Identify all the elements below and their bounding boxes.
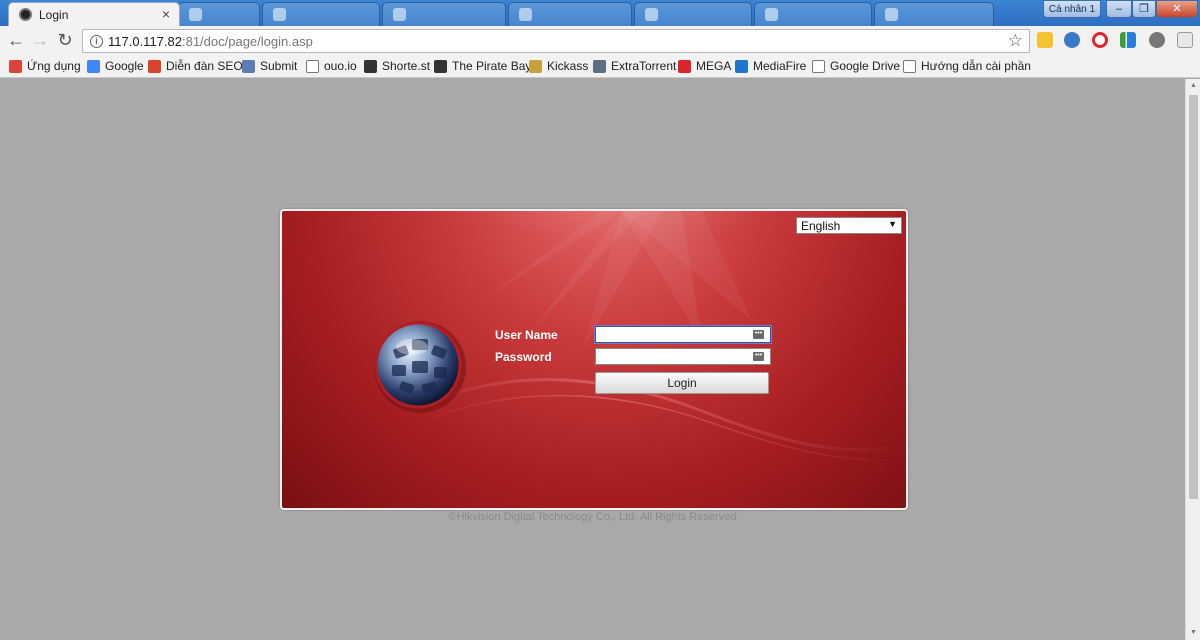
submit-icon xyxy=(242,60,255,73)
scroll-down-icon[interactable]: ▼ xyxy=(1186,626,1200,640)
bookmark-label: Kickass xyxy=(547,59,589,73)
bookmark-item[interactable]: Diễn đàn SEO xyxy=(148,59,243,75)
bookmark-label: ouo.io xyxy=(324,59,357,73)
scroll-thumb[interactable] xyxy=(1189,95,1198,499)
bookmark-item[interactable]: MEGA xyxy=(678,59,731,75)
shortest-icon xyxy=(364,60,377,73)
tab-favicon-icon xyxy=(885,8,898,21)
apps-grid-icon xyxy=(9,60,22,73)
browser-tab[interactable] xyxy=(262,2,380,26)
bookmark-label: Shorte.st xyxy=(382,59,431,73)
page-icon xyxy=(903,60,916,73)
bookmark-star-icon[interactable]: ☆ xyxy=(1008,31,1023,51)
bookmark-label: MEGA xyxy=(696,59,732,73)
tab-favicon-icon xyxy=(273,8,286,21)
login-panel: English ▼ User Name Password ••• ••• Log… xyxy=(280,209,908,510)
bookmark-item[interactable]: The Pirate Bay xyxy=(434,59,531,75)
google-icon xyxy=(87,60,100,73)
bookmark-label: Google xyxy=(105,59,144,73)
minimize-button[interactable]: – xyxy=(1106,0,1132,18)
kickass-icon xyxy=(529,60,542,73)
profile-button[interactable]: Cá nhân 1 xyxy=(1043,0,1101,18)
extension-gear-icon[interactable] xyxy=(1149,32,1165,48)
browser-tab[interactable] xyxy=(382,2,506,26)
browser-tab[interactable] xyxy=(508,2,632,26)
username-label: User Name xyxy=(495,328,558,342)
tab-favicon-icon xyxy=(189,8,202,21)
close-window-button[interactable]: ✕ xyxy=(1156,0,1198,18)
scroll-up-icon[interactable]: ▲ xyxy=(1186,79,1200,93)
idvs-icon xyxy=(148,60,161,73)
extension-blue-icon[interactable] xyxy=(1064,32,1080,48)
extension-chart-icon[interactable] xyxy=(1120,32,1136,48)
bookmark-item[interactable]: ExtraTorrent xyxy=(593,59,676,75)
tab-favicon-icon xyxy=(519,8,532,21)
bookmark-item[interactable]: MediaFire xyxy=(735,59,806,75)
tab-close-icon[interactable]: × xyxy=(162,6,170,22)
keyboard-icon[interactable]: ••• xyxy=(753,330,764,339)
mega-icon xyxy=(678,60,691,73)
url-text: 117.0.117.82:81/doc/page/login.asp xyxy=(108,34,313,49)
scrollbar[interactable]: ▲ ▼ xyxy=(1185,79,1200,640)
password-label: Password xyxy=(495,350,552,364)
bookmark-item[interactable]: ouo.io xyxy=(306,59,357,75)
password-input[interactable]: ••• xyxy=(595,348,771,365)
tab-favicon-icon xyxy=(765,8,778,21)
bookmark-item[interactable]: Google xyxy=(87,59,144,75)
bookmark-label: Submit xyxy=(260,59,298,73)
extension-yellow-icon[interactable] xyxy=(1037,32,1053,48)
restore-button[interactable]: ❐ xyxy=(1132,0,1156,18)
browser-tab[interactable] xyxy=(754,2,872,26)
bookmark-item[interactable]: Submit xyxy=(242,59,297,75)
page-icon xyxy=(812,60,825,73)
bookmark-label: Google Drive xyxy=(830,59,901,73)
copyright-text: ©Hikvision Digital Technology Co., Ltd. … xyxy=(448,511,740,523)
opera-icon[interactable] xyxy=(1092,32,1108,48)
back-icon[interactable]: ← xyxy=(5,30,27,52)
hikvision-globe-logo xyxy=(374,321,466,413)
bookmark-item[interactable]: Shorte.st xyxy=(364,59,430,75)
forward-icon[interactable]: → xyxy=(29,30,51,52)
username-input[interactable]: ••• xyxy=(594,325,772,344)
extension-puzzle-icon[interactable] xyxy=(1177,32,1193,48)
pirate-ship-icon xyxy=(434,60,447,73)
bookmark-label: MediaFire xyxy=(753,59,807,73)
bookmark-item[interactable]: Hướng dẫn cài phần xyxy=(903,59,1031,75)
extratorrent-icon xyxy=(593,60,606,73)
tab-favicon-icon xyxy=(19,8,32,21)
bookmark-label: Ứng dụng xyxy=(27,59,81,73)
browser-tab-active[interactable]: Login × xyxy=(8,2,180,26)
browser-tab[interactable] xyxy=(874,2,994,26)
bookmark-item[interactable]: Ứng dụng xyxy=(9,59,81,75)
tab-favicon-icon xyxy=(393,8,406,21)
dropdown-arrow-icon: ▼ xyxy=(888,219,897,229)
bookmark-label: Diễn đàn SEO xyxy=(166,59,243,73)
bookmark-item[interactable]: Google Drive xyxy=(812,59,900,75)
login-button[interactable]: Login xyxy=(595,372,769,394)
page-icon xyxy=(306,60,319,73)
keyboard-icon[interactable]: ••• xyxy=(753,352,764,361)
browser-tab[interactable] xyxy=(634,2,752,26)
bookmark-label: The Pirate Bay xyxy=(452,59,532,73)
browser-titlebar: Login × Cá nhân 1 – ❐ ✕ xyxy=(0,0,1200,26)
tab-favicon-icon xyxy=(645,8,658,21)
browser-toolbar: ← → ↻ i 117.0.117.82:81/doc/page/login.a… xyxy=(0,26,1200,56)
info-icon[interactable]: i xyxy=(90,35,103,48)
mediafire-icon xyxy=(735,60,748,73)
browser-tab[interactable] xyxy=(178,2,260,26)
reload-icon[interactable]: ↻ xyxy=(54,30,76,52)
bookmark-label: Hướng dẫn cài phần xyxy=(921,59,1031,73)
address-bar[interactable]: i 117.0.117.82:81/doc/page/login.asp ☆ xyxy=(82,29,1030,53)
tab-title: Login xyxy=(39,8,69,22)
bookmarks-bar: Ứng dụng Google Diễn đàn SEO Submit ouo.io Sh… xyxy=(0,56,1200,78)
language-select[interactable]: English ▼ xyxy=(796,217,902,234)
bookmark-label: ExtraTorrent xyxy=(611,59,677,73)
bookmark-item[interactable]: Kickass xyxy=(529,59,588,75)
